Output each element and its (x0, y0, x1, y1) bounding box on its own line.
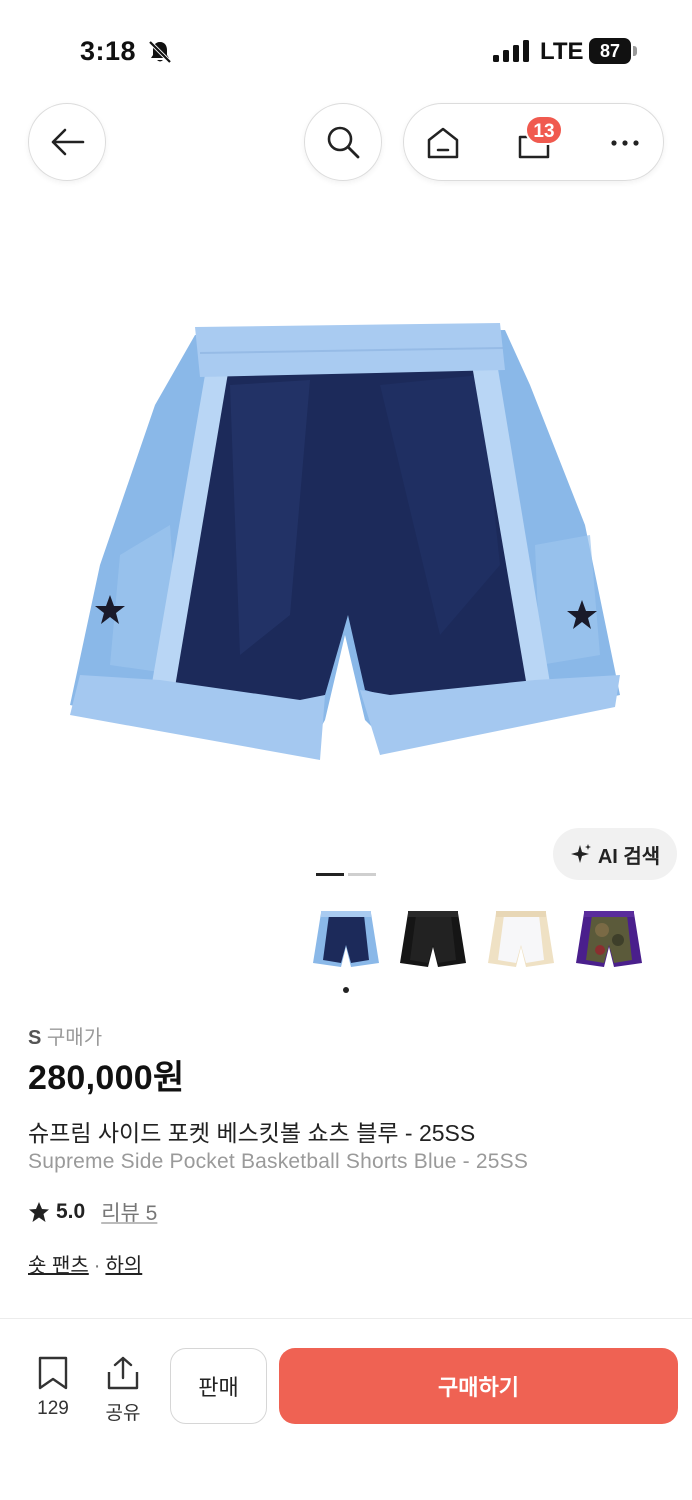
more-icon (611, 140, 639, 146)
thumbnail-indicator-dot (343, 987, 349, 993)
price-label: S 구매가 (28, 1021, 102, 1050)
gallery-pager-active (316, 873, 344, 876)
battery-indicator: 87 (589, 38, 631, 64)
bookmark-count: 129 (37, 1398, 69, 1419)
ai-search-label: AI 검색 (597, 845, 661, 868)
gallery-pager-inactive (348, 873, 376, 876)
rating-value: 5.0 (56, 1200, 86, 1223)
signal-icon (493, 40, 529, 62)
rating-row: 5.0 리뷰 5 (28, 1197, 157, 1227)
share-icon (107, 1356, 139, 1390)
back-arrow-icon (51, 128, 85, 156)
back-button[interactable] (28, 103, 106, 181)
product-image[interactable] (60, 315, 630, 775)
color-thumbnail-blue[interactable] (309, 905, 383, 975)
category-link-short-pants[interactable]: 숏 팬츠 (28, 1255, 89, 1277)
color-thumbnail-black[interactable] (396, 905, 470, 975)
home-button[interactable] (404, 104, 482, 182)
product-name-en: Supreme Side Pocket Basketball Shorts Bl… (28, 1150, 529, 1173)
bell-off-icon (148, 40, 172, 64)
buy-button[interactable]: 구매하기 (279, 1348, 678, 1424)
sell-button[interactable]: 판매 (170, 1348, 267, 1424)
category-separator: · (93, 1255, 101, 1277)
star-icon (29, 1202, 49, 1222)
sparkle-icon (570, 844, 591, 863)
product-name-ko: 슈프림 사이드 포켓 베스킷볼 쇼츠 블루 - 25SS (28, 1120, 476, 1146)
color-thumbnail-camo[interactable] (572, 905, 646, 975)
status-bar: 3:18 LTE 87 (0, 0, 692, 100)
ai-search-button[interactable]: AI 검색 (553, 828, 677, 880)
status-time: 3:18 (80, 36, 137, 66)
color-thumbnail-white[interactable] (484, 905, 558, 975)
bookmark-button[interactable]: 129 (30, 1356, 76, 1420)
product-price: 280,000원 (28, 1059, 185, 1097)
search-icon (327, 126, 360, 159)
search-button[interactable] (304, 103, 382, 181)
battery-tip (633, 46, 637, 56)
bookmark-icon (38, 1356, 68, 1390)
category-breadcrumb: 숏 팬츠 · 하의 (28, 1249, 142, 1278)
size-prefix: S (28, 1027, 42, 1049)
network-label: LTE (540, 38, 584, 65)
cart-count-badge: 13 (525, 115, 563, 145)
review-link[interactable]: 리뷰 5 (101, 1197, 157, 1227)
share-button[interactable]: 공유 (100, 1356, 146, 1425)
more-button[interactable] (586, 104, 664, 182)
price-label-text: 구매가 (46, 1027, 103, 1049)
share-label: 공유 (105, 1403, 141, 1424)
category-link-bottoms[interactable]: 하의 (105, 1255, 142, 1277)
home-icon (427, 127, 459, 159)
bottom-divider (0, 1318, 692, 1319)
